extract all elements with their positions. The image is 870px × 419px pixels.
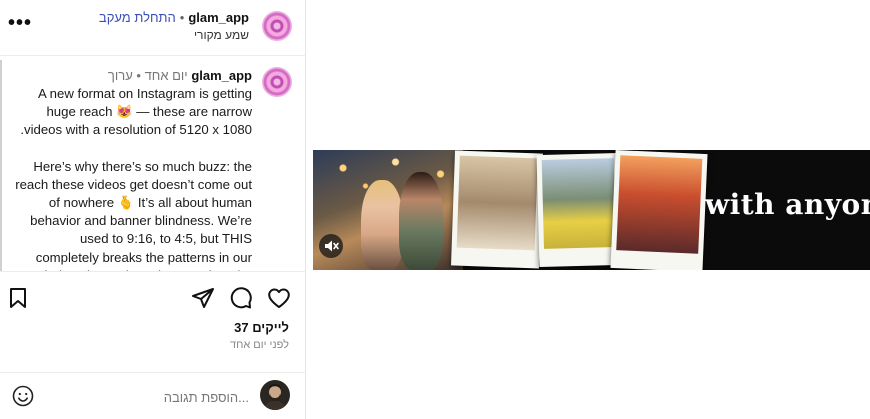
send-icon[interactable] [191,286,215,310]
follow-button[interactable]: התחלת מעקב [99,10,176,25]
likes-count[interactable]: 37 לייקים [234,320,289,335]
post-timestamp: לפני יום אחד [230,339,289,351]
original-audio-link[interactable]: שמע מקורי [194,28,249,42]
comment-input[interactable] [44,387,249,407]
caption-text: A new format on Instagram is getting hug… [14,85,252,271]
caption-separator: • [136,68,141,83]
video-person-left [361,180,403,270]
caption-time: יום אחד [144,68,188,83]
caption-author-avatar[interactable] [262,67,292,97]
header-line: התחלת מעקב • glam_app [99,10,249,25]
polaroid-photo-2 [536,152,622,268]
video-overlay-text: with anyone [705,188,870,221]
polaroid-image-2 [541,158,616,249]
current-user-avatar[interactable] [260,380,290,410]
heart-icon[interactable] [267,286,291,310]
more-options-icon[interactable]: ••• [8,12,32,35]
caption-meta: יום אחד • ערוך glam_app [108,68,252,83]
polaroid-photo-3 [610,150,708,270]
comment-icon[interactable] [229,286,253,310]
polaroid-image-3 [616,155,703,254]
video-person-right [399,172,443,270]
author-avatar[interactable] [262,11,292,41]
caption-paragraph: A new format on Instagram is getting hug… [20,86,252,138]
reel-video[interactable]: with anyone [313,150,870,270]
smiley-icon[interactable] [12,385,34,407]
post-header: ••• התחלת מעקב • glam_app שמע מקורי [0,0,306,56]
caption-area: יום אחד • ערוך glam_app A new format on … [0,60,306,272]
polaroid-photo-1 [451,150,543,269]
caption-edited: ערוך [107,68,133,83]
bookmark-icon[interactable] [6,286,30,310]
post-panel: ••• התחלת מעקב • glam_app שמע מקורי יום אח… [0,0,306,419]
muted-speaker-icon[interactable] [319,234,343,258]
polaroid-image-1 [456,155,538,251]
header-separator: • [179,10,185,25]
header-username[interactable]: glam_app [188,10,249,25]
caption-username[interactable]: glam_app [191,68,252,83]
action-bar [0,282,306,316]
comment-bar [0,372,306,419]
caption-paragraph: Here’s why there’s so much buzz: the rea… [15,158,252,271]
